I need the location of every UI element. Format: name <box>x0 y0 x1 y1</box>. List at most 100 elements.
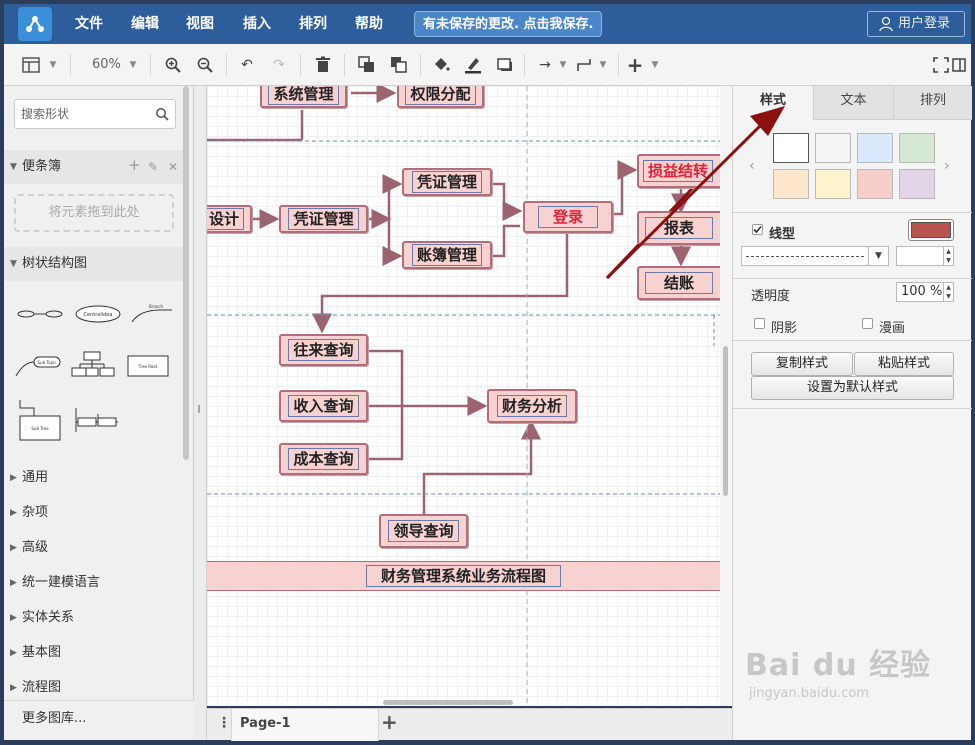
close-icon[interactable]: ✕ <box>168 150 178 184</box>
format-panel-toggle-icon[interactable] <box>950 56 968 74</box>
node-transaction-query[interactable]: 往来查询 <box>279 334 368 366</box>
scroll-thumb[interactable] <box>383 700 513 705</box>
shadow-icon[interactable] <box>496 56 514 74</box>
diagram-title-banner[interactable]: 财务管理系统业务流程图 <box>207 561 720 591</box>
comic-checkbox[interactable] <box>862 318 873 329</box>
copy-style-button[interactable]: 复制样式 <box>751 352 853 376</box>
opacity-input[interactable]: 100 % ▲ ▼ <box>896 282 954 302</box>
canvas-horizontal-scrollbar[interactable] <box>207 696 720 708</box>
fill-color-icon[interactable] <box>432 56 450 74</box>
panel-splitter[interactable]: ‖ <box>194 86 207 740</box>
menu-insert[interactable]: 插入 <box>243 4 271 44</box>
unsaved-changes-button[interactable]: 有未保存的更改. 点击我保存. <box>414 11 603 37</box>
section-general[interactable]: ▶ 通用 <box>4 461 184 495</box>
section-basic[interactable]: ▶ 基本图 <box>4 636 184 670</box>
menu-arrange[interactable]: 排列 <box>299 4 327 44</box>
more-shapes-button[interactable]: 更多图库... <box>4 700 194 740</box>
divider <box>733 340 972 341</box>
page-menu-icon[interactable]: ⋮ <box>217 715 231 731</box>
paste-style-button[interactable]: 粘贴样式 <box>854 352 954 376</box>
line-width-input[interactable]: ▲ ▼ <box>896 246 954 266</box>
color-swatch[interactable] <box>899 169 935 199</box>
user-login-button[interactable]: 用户登录 <box>867 11 965 37</box>
tree-shapes-palette[interactable]: Centralidea Branch Sub Topic Tree Root S… <box>10 284 182 456</box>
chevron-down-icon[interactable]: ▼ <box>594 56 612 74</box>
node-income-query[interactable]: 收入查询 <box>279 390 368 422</box>
node-design[interactable]: 设计 <box>207 205 252 233</box>
color-swatch[interactable] <box>857 133 893 163</box>
connector <box>382 174 403 219</box>
section-misc[interactable]: ▶ 杂项 <box>4 496 184 530</box>
menu-file[interactable]: 文件 <box>75 4 103 44</box>
app-logo-icon[interactable] <box>18 7 52 41</box>
shadow-checkbox[interactable] <box>754 318 765 329</box>
search-shapes-input[interactable]: 搜索形状 <box>14 99 176 129</box>
delete-icon[interactable] <box>314 56 332 74</box>
section-scratchpad-label: 便条簿 <box>22 159 62 174</box>
menu-view[interactable]: 视图 <box>186 4 214 44</box>
zoom-in-icon[interactable] <box>164 56 182 74</box>
line-color-picker[interactable] <box>908 219 954 241</box>
color-swatch[interactable] <box>815 133 851 163</box>
add-page-icon[interactable]: + <box>381 710 398 734</box>
set-default-style-button[interactable]: 设置为默认样式 <box>751 376 954 400</box>
page-tab[interactable]: Page-1 <box>231 709 379 741</box>
node-voucher-mgmt-1[interactable]: 凭证管理 <box>279 205 368 233</box>
menu-bar: 文件 编辑 视图 插入 排列 帮助 有未保存的更改. 点击我保存. 用户登录 <box>4 4 971 44</box>
stepper-icon[interactable]: ▲ ▼ <box>943 247 953 265</box>
color-swatch[interactable] <box>815 169 851 199</box>
tab-arrange[interactable]: 排列 <box>893 86 972 120</box>
chevron-down-icon[interactable]: ▼ <box>554 56 572 74</box>
node-leader-query[interactable]: 领导查询 <box>379 514 468 548</box>
connector <box>493 182 523 221</box>
insert-plus-icon[interactable]: + <box>626 55 644 75</box>
connector-arrow-icon[interactable]: → <box>536 56 554 74</box>
stepper-icon[interactable]: ▲ ▼ <box>943 283 953 301</box>
search-icon[interactable] <box>155 107 169 121</box>
chevron-down-icon[interactable]: ▼ <box>868 247 888 265</box>
shapes-panel-scrollbar[interactable] <box>183 86 189 460</box>
node-permission[interactable]: 权限分配 <box>397 86 484 108</box>
line-color-icon[interactable] <box>464 56 482 74</box>
to-back-icon[interactable] <box>390 56 408 74</box>
toolbar-divider <box>226 54 227 76</box>
section-scratchpad[interactable]: ▼ 便条簿 + ✎ ✕ <box>4 150 184 184</box>
node-financial-analysis[interactable]: 财务分析 <box>487 389 577 423</box>
section-uml[interactable]: ▶ 统一建模语言 <box>4 566 184 600</box>
tab-text[interactable]: 文本 <box>813 86 893 120</box>
edit-pencil-icon[interactable]: ✎ <box>148 150 158 184</box>
add-icon[interactable]: + <box>128 148 141 182</box>
tree-root-shape: Tree Root <box>127 355 169 377</box>
node-voucher-mgmt-2[interactable]: 凭证管理 <box>402 168 492 196</box>
next-swatches-icon[interactable]: › <box>944 158 950 174</box>
color-swatch[interactable] <box>857 169 893 199</box>
zoom-level[interactable]: 60% <box>92 57 121 72</box>
node-system-mgmt[interactable]: 系统管理 <box>260 86 347 108</box>
redo-icon[interactable]: ↷ <box>270 56 288 74</box>
chevron-down-icon[interactable]: ▼ <box>646 56 664 74</box>
section-er[interactable]: ▶ 实体关系 <box>4 601 184 635</box>
svg-text:Sub Topic: Sub Topic <box>38 360 57 365</box>
zoom-out-icon[interactable] <box>196 56 214 74</box>
fullscreen-icon[interactable] <box>932 56 950 74</box>
scratchpad-dropzone[interactable]: 将元素拖到此处 <box>14 194 174 232</box>
zoom-dropdown-icon[interactable]: ▼ <box>124 56 142 74</box>
chevron-down-icon[interactable]: ▼ <box>44 56 62 74</box>
toolbar: ▼ 60% ▼ ↶ ↷ → ▼ ▼ + ▼ <box>4 44 971 86</box>
scroll-thumb[interactable] <box>723 346 728 496</box>
node-label: 系统管理 <box>268 86 339 105</box>
opacity-value: 100 % <box>901 284 943 299</box>
menu-help[interactable]: 帮助 <box>355 4 383 44</box>
watermark: Bai du 经验 jingyan.baidu.com <box>745 640 945 720</box>
node-ledger-mgmt[interactable]: 账簿管理 <box>402 241 492 269</box>
waypoint-icon[interactable] <box>576 56 594 74</box>
menu-edit[interactable]: 编辑 <box>131 4 159 44</box>
section-advanced[interactable]: ▶ 高级 <box>4 531 184 565</box>
color-swatch[interactable] <box>899 133 935 163</box>
node-cost-query[interactable]: 成本查询 <box>279 443 368 475</box>
section-tree[interactable]: ▼ 树状结构图 <box>4 247 184 281</box>
undo-icon[interactable]: ↶ <box>238 56 256 74</box>
to-front-icon[interactable] <box>358 56 376 74</box>
shapes-panel: 搜索形状 ▼ 便条簿 + ✎ ✕ 将元素拖到此处 ▼ 树状结构图 Central… <box>4 86 194 740</box>
panel-layout-icon[interactable] <box>22 56 40 74</box>
